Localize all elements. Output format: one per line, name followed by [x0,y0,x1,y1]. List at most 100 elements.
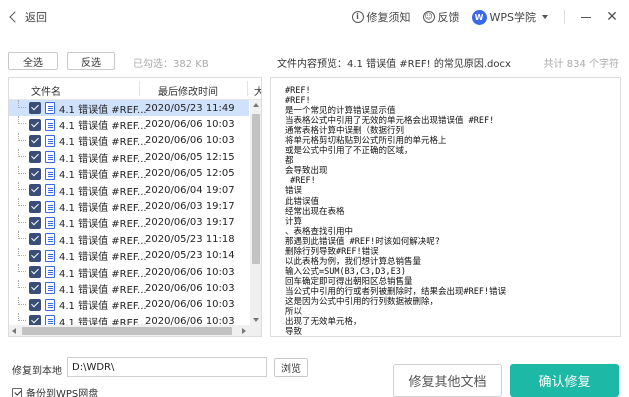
file-name: 4.1 错误值 #REF... [59,170,147,182]
file-name: 4.1 错误值 #REF... [59,203,147,215]
document-icon [45,216,55,229]
file-modified-time: 2020/06/03 19:17 [145,201,235,213]
file-modified-time: 2020/05/23 11:49 [145,102,235,114]
tree-connector [18,247,26,256]
horizontal-scrollbar[interactable] [9,325,261,336]
repair-notice-link[interactable]: i 修复须知 [351,9,411,25]
backup-checkbox[interactable]: 备份到WPS网盘 [12,385,98,397]
info-icon: i [351,11,364,23]
wps-academy-menu[interactable]: W WPS学院 [471,9,548,25]
file-modified-time: 2020/06/05 12:05 [145,168,235,180]
file-row[interactable]: 4.1 错误值 #REF... 2020/05/23 10:14 [9,247,249,264]
invert-selection-button[interactable]: 反选 [67,52,115,70]
column-header-size[interactable]: 大 [254,83,261,98]
file-modified-time: 2020/06/06 10:03 [145,282,235,294]
minimize-button[interactable] [577,7,595,27]
preview-line: 这是因为公式中引用的行列数据被删除， [285,296,439,307]
preview-line: 那遇到此错误值 #REF!时该如何解决呢? [285,236,440,247]
file-row[interactable]: 4.1 错误值 #REF... 2020/06/05 12:05 [9,165,249,182]
confirm-repair-button[interactable]: 确认修复 [510,364,619,397]
checkbox-icon[interactable] [29,266,41,279]
column-header-time[interactable]: 最后修改时间 [158,83,218,98]
wps-logo-icon: W [471,9,487,25]
file-name: 4.1 错误值 #REF... [59,235,147,247]
scrollbar-thumb[interactable] [22,327,232,335]
checkbox-icon[interactable] [29,184,41,197]
file-row[interactable]: 4.1 错误值 #REF... 2020/06/03 19:17 [9,198,249,214]
file-row[interactable]: 4.1 错误值 #REF... 2020/06/06 10:03 [9,280,249,296]
file-modified-time: 2020/05/23 10:14 [145,250,235,262]
restore-path-input[interactable] [67,357,267,377]
close-icon: ✕ [606,9,618,25]
file-row[interactable]: 4.1 错误值 #REF... 2020/05/23 11:18 [9,231,249,247]
file-row[interactable]: 4.1 错误值 #REF... 2020/05/23 11:49 [9,100,249,117]
divider [564,10,565,24]
preview-line: 删除行列导致#REF!错误 [285,246,379,257]
document-icon [45,249,55,262]
checkbox-icon[interactable] [12,387,22,397]
file-row[interactable]: 4.1 错误值 #REF... 2020/06/06 10:03 [9,296,249,313]
file-row[interactable]: 4.1 错误值 #REF... 2020/06/04 19:07 [9,181,249,198]
repair-other-docs-button[interactable]: 修复其他文档 [393,364,502,397]
vertical-scrollbar[interactable] [250,100,261,325]
checkbox-icon[interactable] [29,233,41,246]
file-name: 4.1 错误值 #REF... [59,252,147,264]
preview-line: 输入公式=SUM(B3,C3,D3,E3) [285,266,406,277]
preview-panel: #REF! #REF! 是一个常见的计算错误显示值 当表格公式中引用了无效的单元格会出… [270,77,621,337]
file-name: 4.1 错误值 #REF... [59,137,147,149]
checkbox-icon[interactable] [29,151,41,164]
select-all-button[interactable]: 全选 [8,52,58,70]
preview-title: 文件内容预览：4.1 错误值 #REF! 的常见原因.docx [277,59,511,70]
file-row[interactable]: 4.1 错误值 #REF... 2020/06/05 12:15 [9,149,249,165]
file-row[interactable]: 4.1 错误值 #REF... 2020/06/03 19:17 [9,214,249,231]
checkbox-icon[interactable] [29,134,41,147]
file-row[interactable]: 4.1 错误值 #REF... 2020/06/06 10:03 [9,132,249,149]
file-name: 4.1 错误值 #REF... [59,219,147,231]
browse-button[interactable]: 浏览 [274,358,308,377]
checkbox-icon[interactable] [29,118,41,131]
scroll-right-arrow-icon[interactable] [242,328,246,334]
file-row[interactable]: 4.1 错误值 #REF... 2020/06/06 10:03 [9,263,249,280]
checkbox-icon[interactable] [29,167,41,180]
backup-label: 备份到WPS网盘 [26,389,99,397]
title-right-group: i 修复须知 ☺ 反馈 W WPS学院 ✕ [351,0,629,34]
preview-line: 当公式中引用的行或者列被删除时，结果会出现#REF!错误 [285,286,507,297]
restore-path-label: 修复到本地 [12,366,62,377]
checkbox-icon[interactable] [29,298,41,311]
column-divider[interactable] [247,81,248,96]
file-modified-time: 2020/06/03 19:17 [145,217,235,229]
checkbox-icon[interactable] [29,200,41,213]
scroll-down-arrow-icon[interactable] [253,318,259,322]
column-divider[interactable] [139,81,140,96]
file-name: 4.1 错误值 #REF... [59,284,147,296]
file-list-header: 文件名 最后修改时间 大 [9,78,261,100]
feedback-link[interactable]: ☺ 反馈 [422,9,460,25]
tree-connector [18,132,26,141]
back-button[interactable]: 返回 [8,9,47,25]
file-name: 4.1 错误值 #REF... [59,104,147,116]
scroll-up-arrow-icon[interactable] [253,103,259,107]
checkbox-icon[interactable] [29,102,41,115]
scroll-left-arrow-icon[interactable] [12,328,16,334]
preview-line: 此错误值 [285,196,320,207]
file-modified-time: 2020/06/06 10:03 [145,135,235,147]
preview-line: 以此表格为例，我们想计算总销售量 [285,256,422,267]
preview-line: 或是公式中引用了不正确的区域， [285,146,413,157]
preview-line: 将单元格剪切粘贴到公式所引用的单元格上 [285,136,447,147]
file-row[interactable]: 4.1 错误值 #REF... 2020/06/06 10:03 [9,116,249,132]
checkbox-icon[interactable] [29,282,41,295]
char-count: 共计 834 个字符 [543,59,619,70]
file-modified-time: 2020/06/05 12:15 [145,151,235,163]
document-icon [45,102,55,115]
scrollbar-thumb[interactable] [252,114,260,264]
preview-line: 经常出现在表格 [285,206,345,217]
column-header-name[interactable]: 文件名 [31,83,61,98]
document-icon [45,298,55,311]
file-modified-time: 2020/06/04 19:07 [145,184,235,196]
checkbox-icon[interactable] [29,216,41,229]
checkbox-icon[interactable] [29,249,41,262]
title-bar: 返回 i 修复须知 ☺ 反馈 W WPS学院 ✕ [0,0,629,34]
close-button[interactable]: ✕ [603,7,621,27]
document-icon [45,233,55,246]
preview-line: 导致 [285,327,303,337]
